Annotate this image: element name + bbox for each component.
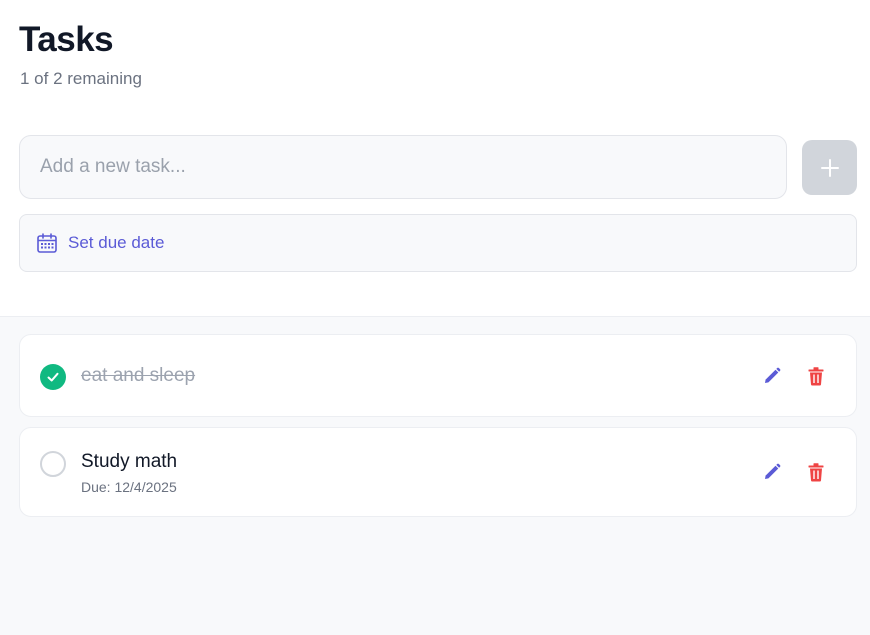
set-due-date-label: Set due date xyxy=(68,233,165,252)
task-item: Study math Due: 12/4/2025 xyxy=(19,427,857,517)
remaining-count: 1 of 2 remaining xyxy=(20,69,142,88)
add-task-button[interactable] xyxy=(802,140,857,195)
new-task-input[interactable] xyxy=(19,135,787,199)
trash-icon xyxy=(808,463,824,482)
task-due-date: Due: 12/4/2025 xyxy=(81,479,177,495)
task-checkbox-checked[interactable] xyxy=(40,364,66,390)
trash-icon xyxy=(808,367,824,386)
calendar-icon xyxy=(37,233,57,253)
pencil-icon xyxy=(765,463,781,479)
task-item: eat and sleep xyxy=(19,334,857,417)
page-title: Tasks xyxy=(19,20,114,59)
checkmark-icon xyxy=(47,372,59,382)
set-due-date-button[interactable]: Set due date xyxy=(19,214,857,272)
header-panel: Tasks 1 of 2 remaining Set due date xyxy=(0,0,870,317)
edit-task-button[interactable] xyxy=(759,363,785,389)
task-checkbox[interactable] xyxy=(40,451,66,477)
task-text: Study math xyxy=(81,451,178,472)
plus-icon xyxy=(820,158,839,177)
edit-task-button[interactable] xyxy=(759,459,785,485)
delete-task-button[interactable] xyxy=(803,363,829,389)
task-text: eat and sleep xyxy=(81,365,196,386)
delete-task-button[interactable] xyxy=(803,459,829,485)
pencil-icon xyxy=(765,367,781,383)
